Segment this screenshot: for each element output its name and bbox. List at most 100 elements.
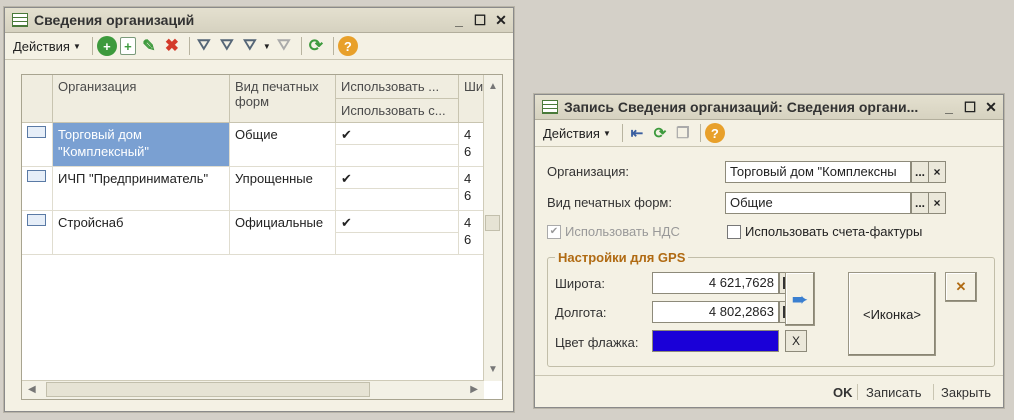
close-icon[interactable]: ✕: [982, 98, 1000, 116]
scroll-down-icon[interactable]: ▼: [488, 364, 498, 375]
filter-by-value-icon: ⛛: [220, 37, 234, 54]
minimize-icon[interactable]: _: [940, 98, 958, 116]
save-and-close-icon: ⇤: [630, 125, 644, 142]
refresh-icon: ⟳: [308, 36, 323, 55]
longitude-label: Долгота:: [555, 305, 607, 320]
copy-record-button[interactable]: ❐: [673, 122, 693, 144]
use-nds-checkbox[interactable]: ✔ Использовать НДС: [547, 224, 680, 239]
filter-button[interactable]: ⛛: [194, 35, 214, 57]
table-cell-lat[interactable]: 4 6: [459, 211, 484, 255]
flag-color-field[interactable]: [652, 330, 779, 352]
checkbox-checked-icon: ✔: [547, 224, 561, 239]
help-icon: ?: [704, 123, 725, 143]
edit-button[interactable]: ✎: [139, 35, 159, 57]
table-cell-print-type[interactable]: Упрощенные: [230, 167, 336, 211]
copy-button[interactable]: +: [119, 35, 136, 57]
actions-menu-label: Действия: [543, 125, 600, 141]
org-field[interactable]: Торговый дом "Комплексны: [725, 161, 911, 183]
table-cell-check-b[interactable]: [336, 145, 459, 167]
dialog-titlebar[interactable]: Запись Сведения организаций: Сведения ор…: [535, 95, 1003, 120]
scroll-right-icon[interactable]: ▶: [470, 384, 478, 395]
help-icon: ?: [337, 36, 358, 56]
minimize-icon[interactable]: _: [450, 11, 468, 29]
close-button[interactable]: Закрыть: [941, 385, 991, 400]
row-icon-header: [22, 75, 53, 123]
scroll-up-icon[interactable]: ▲: [488, 81, 498, 92]
print-type-label: Вид печатных форм:: [547, 195, 672, 210]
print-type-field[interactable]: Общие: [725, 192, 911, 214]
latitude-field[interactable]: 4 621,7628: [652, 272, 779, 294]
save-close-button[interactable]: ⇤: [627, 122, 647, 144]
separator: [857, 384, 858, 400]
delete-button[interactable]: ✖: [162, 35, 182, 57]
chevron-down-icon: ▼: [602, 128, 611, 138]
latitude-label: Широта:: [555, 276, 606, 291]
record-icon: [27, 170, 46, 182]
actions-menu[interactable]: Действия ▼: [539, 122, 615, 144]
organizations-table: Организация Вид печатных форм Использова…: [21, 74, 503, 400]
reread-button[interactable]: ⟳: [650, 122, 670, 144]
table-cell-check[interactable]: ✔: [336, 167, 459, 189]
filter-history-button[interactable]: ⛛ ▼: [240, 35, 271, 57]
scroll-thumb[interactable]: [46, 382, 370, 397]
table-cell-print-type[interactable]: Общие: [230, 123, 336, 167]
add-button[interactable]: +: [96, 35, 117, 57]
longitude-field[interactable]: 4 802,2863: [652, 301, 779, 323]
table-cell-check[interactable]: ✔: [336, 211, 459, 233]
table-cell-check-b[interactable]: [336, 189, 459, 211]
chevron-down-icon: ▼: [262, 41, 271, 51]
print-type-select-button[interactable]: ...: [911, 192, 929, 214]
filter-history-icon: ⛛: [243, 37, 257, 54]
save-button[interactable]: Записать: [866, 385, 922, 400]
column-header-use-b[interactable]: Использовать с...: [336, 99, 459, 123]
actions-menu[interactable]: Действия ▼: [9, 35, 85, 57]
reread-icon: ⟳: [653, 125, 667, 142]
window-titlebar[interactable]: Сведения организаций _ ☐ ✕: [5, 8, 513, 33]
table-cell-org[interactable]: ИЧП "Предприниматель": [53, 167, 230, 211]
actions-menu-label: Действия: [13, 38, 70, 54]
org-select-button[interactable]: ...: [911, 161, 929, 183]
maximize-icon[interactable]: ☐: [471, 11, 489, 29]
table-cell-print-type[interactable]: Официальные: [230, 211, 336, 255]
help-button[interactable]: ?: [704, 122, 725, 144]
filter-icon: ⛛: [197, 37, 211, 54]
scroll-left-icon[interactable]: ◀: [28, 384, 36, 395]
dialog-toolbar: Действия ▼ ⇤ ⟳ ❐ ?: [535, 120, 1003, 147]
close-icon: ✕: [955, 279, 967, 294]
ok-button[interactable]: OK: [833, 385, 853, 400]
table-cell-org[interactable]: Торговый дом "Комплексный": [53, 123, 230, 167]
vertical-scrollbar[interactable]: ▲ ▼: [483, 75, 502, 381]
go-to-map-button[interactable]: ➨: [785, 272, 815, 326]
column-header-latitude[interactable]: Ши: [459, 75, 484, 123]
org-clear-button[interactable]: ×: [928, 161, 946, 183]
column-header-use-a[interactable]: Использовать ...: [336, 75, 459, 99]
close-icon[interactable]: ✕: [492, 11, 510, 29]
filter-value-button[interactable]: ⛛: [217, 35, 237, 57]
help-button[interactable]: ?: [337, 35, 358, 57]
icon-clear-button[interactable]: ✕: [945, 272, 977, 302]
use-nds-label: Использовать НДС: [565, 224, 680, 239]
table-cell-check[interactable]: ✔: [336, 123, 459, 145]
horizontal-scrollbar[interactable]: ◀ ▶: [22, 380, 484, 399]
icon-button[interactable]: <Иконка>: [848, 272, 936, 356]
use-invoice-checkbox[interactable]: Использовать счета-фактуры: [727, 224, 922, 239]
table-cell-lat[interactable]: 4 6: [459, 167, 484, 211]
plus-icon: +: [96, 36, 117, 56]
scroll-thumb[interactable]: [485, 215, 500, 231]
org-label: Организация:: [547, 164, 630, 179]
separator: [699, 124, 701, 142]
separator: [300, 37, 302, 55]
column-header-print-type[interactable]: Вид печатных форм: [230, 75, 336, 123]
table-cell-org[interactable]: Стройснаб: [53, 211, 230, 255]
flag-color-clear-button[interactable]: X: [785, 330, 807, 352]
column-header-org[interactable]: Организация: [53, 75, 230, 123]
clear-filter-button[interactable]: ⛛: [274, 35, 294, 57]
table-cell-lat[interactable]: 4 6: [459, 123, 484, 167]
refresh-button[interactable]: ⟳: [306, 35, 326, 57]
maximize-icon[interactable]: ☐: [961, 98, 979, 116]
separator: [933, 384, 934, 400]
chevron-down-icon: ▼: [72, 41, 81, 51]
table-cell-check-b[interactable]: [336, 233, 459, 255]
separator: [332, 37, 334, 55]
print-type-clear-button[interactable]: ×: [928, 192, 946, 214]
